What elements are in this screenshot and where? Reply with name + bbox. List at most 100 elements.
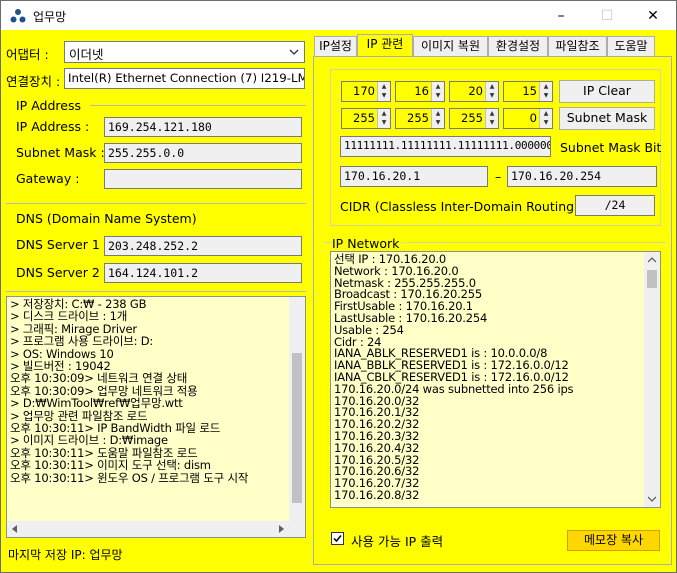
spin-down-icon[interactable]: ▼ (486, 118, 498, 127)
log-line: > 프로그램 사용 드라이브: D: (10, 334, 154, 349)
spin-down-icon[interactable]: ▼ (486, 91, 498, 100)
scroll-up-icon[interactable] (648, 257, 656, 263)
ip-group-title: IP Address (16, 98, 81, 113)
ip-octet-3[interactable]: 20 ▲ ▼ (449, 81, 499, 102)
minimize-button[interactable]: – (538, 1, 584, 31)
spin-down-icon[interactable]: ▼ (432, 91, 444, 100)
cidr-field: /24 (575, 195, 655, 216)
spin-down-icon[interactable]: ▼ (378, 91, 390, 100)
ip-address-field: 169.254.121.180 (104, 117, 302, 137)
dns2-label: DNS Server 2 : (16, 265, 108, 280)
spin-up-icon[interactable]: ▲ (432, 82, 444, 91)
last-saved-ip: 마지막 저장 IP: 업무망 (8, 548, 123, 562)
copy-to-notepad-button[interactable]: 메모장 복사 (567, 530, 660, 551)
spin-down-icon[interactable]: ▼ (432, 118, 444, 127)
window-title: 업무망 (33, 10, 67, 24)
spin-buttons[interactable]: ▲ ▼ (485, 109, 498, 128)
spin-up-icon[interactable]: ▲ (378, 109, 390, 118)
adapter-select[interactable]: 이더넷 (64, 41, 305, 63)
log-output[interactable]: > 저장장치: C:₩ - 238 GB > 디스크 드라이브 : 1개 > 그… (6, 296, 306, 538)
ip-octet-1-value: 170 (353, 84, 375, 98)
mask-bits-field: 11111111.11111111.11111111.00000000 (340, 136, 551, 157)
title-bar: 업무망 – ☐ ✕ (0, 0, 677, 30)
device-label: 연결장치 : (6, 74, 61, 89)
dns2-field: 164.124.101.2 (104, 263, 302, 283)
mask-octet-4-value: 0 (529, 111, 537, 125)
log-vertical-scrollbar[interactable] (289, 297, 305, 521)
usable-ip-checkbox-label[interactable]: 사용 가능 IP 출력 (351, 531, 443, 550)
scroll-thumb[interactable] (647, 270, 657, 288)
ip-octet-4[interactable]: 15 ▲ ▼ (503, 81, 553, 102)
tab-ip-related[interactable]: IP 관련 (357, 34, 413, 57)
spin-buttons[interactable]: ▲ ▼ (539, 82, 552, 101)
chevron-down-icon (289, 49, 299, 55)
usable-ip-checkbox[interactable] (331, 532, 344, 545)
ip-octet-1[interactable]: 170 ▲ ▼ (341, 81, 391, 102)
mask-octet-3[interactable]: 255 ▲ ▼ (449, 108, 499, 129)
spin-up-icon[interactable]: ▲ (540, 82, 552, 91)
mask-octet-2-value: 255 (407, 111, 429, 125)
group-divider (6, 291, 306, 292)
ip-octet-2-value: 16 (414, 84, 429, 98)
log-line: 오후 10:30:11> 이미지 도구 선택: dism (10, 458, 211, 473)
spin-buttons[interactable]: ▲ ▼ (377, 82, 390, 101)
log-line: > 디스크 드라이브 : 1개 (10, 309, 128, 324)
mask-octet-1-value: 255 (353, 111, 375, 125)
network-lines: 선택 IP : 170.16.20.0 Network : 170.16.20.… (331, 253, 645, 502)
range-end-field: 170.16.20.254 (507, 166, 657, 187)
spin-up-icon[interactable]: ▲ (540, 109, 552, 118)
mask-octet-4[interactable]: 0 ▲ ▼ (503, 108, 553, 129)
log-horizontal-scrollbar[interactable] (7, 521, 305, 537)
spin-down-icon[interactable]: ▼ (540, 118, 552, 127)
scroll-thumb[interactable] (292, 353, 302, 503)
spin-buttons[interactable]: ▲ ▼ (431, 109, 444, 128)
log-line: > 이미지 드라이브 : D:₩image (10, 433, 168, 448)
group-divider (90, 105, 306, 106)
ip-octet-3-value: 20 (468, 84, 483, 98)
ip-network-output[interactable]: 선택 IP : 170.16.20.0 Network : 170.16.20.… (330, 251, 661, 508)
dns1-field: 203.248.252.2 (104, 236, 302, 256)
spin-up-icon[interactable]: ▲ (486, 82, 498, 91)
spin-buttons[interactable]: ▲ ▼ (377, 109, 390, 128)
tab-file-reference[interactable]: 파일참조 (548, 36, 607, 56)
spin-buttons[interactable]: ▲ ▼ (485, 82, 498, 101)
spin-down-icon[interactable]: ▼ (378, 118, 390, 127)
spin-up-icon[interactable]: ▲ (486, 109, 498, 118)
spin-up-icon[interactable]: ▲ (378, 82, 390, 91)
tab-environment[interactable]: 환경설정 (488, 36, 548, 56)
maximize-button[interactable]: ☐ (584, 1, 630, 31)
ip-network-group-title: IP Network (332, 236, 402, 251)
subnet-mask-label: Subnet Mask : (16, 145, 105, 160)
subnet-mask-button[interactable]: Subnet Mask (559, 107, 655, 130)
ip-octet-2[interactable]: 16 ▲ ▼ (395, 81, 445, 102)
device-field: Intel(R) Ethernet Connection (7) I219-LM (64, 68, 305, 89)
spin-buttons[interactable]: ▲ ▼ (539, 109, 552, 128)
adapter-select-value: 이더넷 (69, 47, 104, 62)
tab-image-restore[interactable]: 이미지 복원 (413, 36, 488, 56)
spin-up-icon[interactable]: ▲ (432, 109, 444, 118)
adapter-label: 어댑터 : (6, 47, 49, 62)
spin-buttons[interactable]: ▲ ▼ (431, 82, 444, 101)
close-button[interactable]: ✕ (630, 1, 676, 31)
ip-clear-button[interactable]: IP Clear (559, 80, 655, 103)
ip-octet-4-value: 15 (522, 84, 537, 98)
gateway-label: Gateway : (16, 171, 80, 186)
cidr-label: CIDR (Classless Inter-Domain Routing) (340, 199, 579, 214)
log-line: 오후 10:30:09> 네트워크 연결 상태 (10, 371, 188, 386)
log-line: 오후 10:30:11> 윈도우 OS / 프로그램 도구 시작 (10, 470, 249, 485)
tab-help[interactable]: 도움말 (607, 36, 655, 56)
spin-down-icon[interactable]: ▼ (540, 91, 552, 100)
subnet-mask-field: 255.255.0.0 (104, 143, 302, 163)
network-vertical-scrollbar[interactable] (644, 252, 660, 507)
scroll-right-icon[interactable] (277, 525, 285, 533)
mask-bits-label: Subnet Mask Bit (560, 140, 662, 155)
gateway-field (104, 169, 302, 189)
mask-octet-2[interactable]: 255 ▲ ▼ (395, 108, 445, 129)
scroll-down-icon[interactable] (648, 496, 656, 502)
mask-octet-3-value: 255 (461, 111, 483, 125)
range-dash: – (495, 169, 502, 184)
log-line: > D:₩WimTool₩ref₩업무망.wtt (10, 396, 183, 411)
scroll-left-icon[interactable] (11, 525, 19, 533)
tab-ip-settings[interactable]: IP설정 (314, 36, 357, 56)
mask-octet-1[interactable]: 255 ▲ ▼ (341, 108, 391, 129)
